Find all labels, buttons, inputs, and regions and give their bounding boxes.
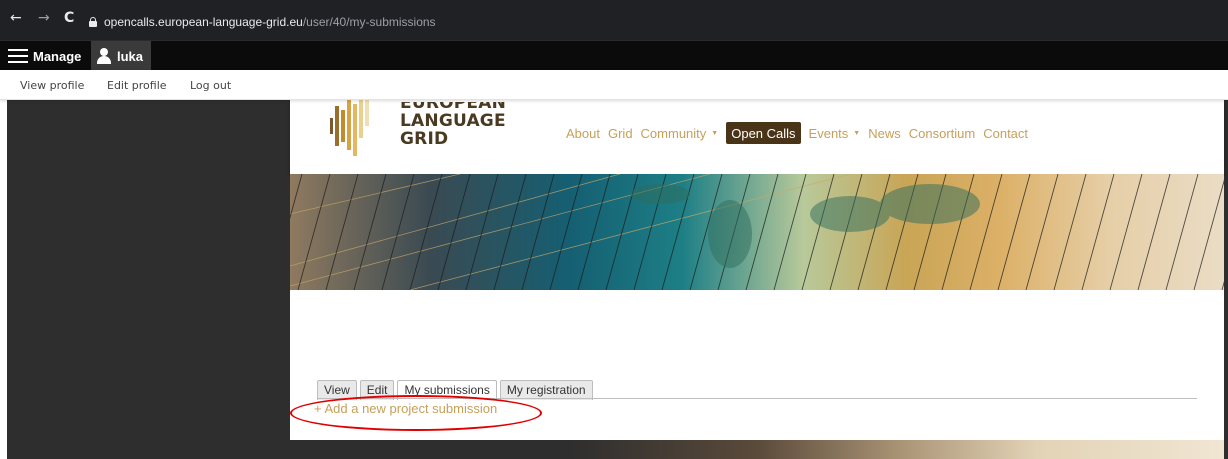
nav-label: Events (808, 125, 849, 141)
banner-grid-lines (290, 174, 1224, 290)
nav-item-community[interactable]: Community ▼ (641, 122, 719, 144)
site-logo-text[interactable]: EUROPEAN LANGUAGE GRID (400, 102, 506, 148)
hamburger-icon (8, 49, 28, 63)
user-icon (97, 48, 111, 64)
forward-icon[interactable]: → (38, 10, 50, 26)
caret-down-icon: ▼ (711, 129, 719, 137)
page-edge (0, 100, 7, 459)
footer-banner-strip (290, 440, 1224, 459)
user-label: luka (117, 48, 144, 64)
url-host: opencalls.european-language-grid.eu (104, 15, 303, 29)
nav-item-grid[interactable]: Grid (608, 122, 633, 144)
nav-label: News (868, 125, 901, 141)
nav-item-open-calls[interactable]: Open Calls (726, 122, 801, 144)
nav-label: Consortium (908, 125, 976, 141)
address-bar[interactable]: opencalls.european-language-grid.eu/user… (89, 13, 436, 31)
nav-item-news[interactable]: News (868, 122, 901, 144)
view-profile-link[interactable]: View profile (20, 79, 84, 92)
user-tray: View profile Edit profile Log out (0, 70, 1228, 100)
main-navigation: About Grid Community ▼ Open Calls Events ▼… (566, 122, 1036, 144)
hero-banner (290, 174, 1224, 290)
url-path: /user/40/my-submissions (302, 15, 436, 29)
red-annotation-ellipse (290, 395, 542, 431)
nav-label: About (566, 125, 600, 141)
nav-item-contact[interactable]: Contact (983, 122, 1028, 144)
edit-profile-link[interactable]: Edit profile (107, 79, 167, 92)
admin-toolbar: Manage luka (0, 40, 1228, 71)
nav-label: Open Calls (731, 125, 796, 141)
back-icon[interactable]: ← (10, 10, 22, 26)
log-out-link[interactable]: Log out (190, 79, 231, 92)
tab-my-registration[interactable]: My registration (499, 380, 593, 400)
logo-line-2: LANGUAGE (400, 111, 506, 131)
reload-icon[interactable]: C (64, 10, 74, 26)
nav-item-consortium[interactable]: Consortium (909, 122, 975, 144)
screen: ← → C opencalls.european-language-grid.e… (0, 0, 1228, 459)
caret-down-icon: ▼ (853, 129, 861, 137)
site-header: EUROPEAN LANGUAGE GRID About Grid Commun… (290, 100, 1224, 174)
logo-line-3: GRID (400, 129, 449, 149)
manage-label: Manage (33, 48, 82, 64)
nav-label: Grid (607, 125, 633, 141)
nav-label: Community (640, 125, 707, 141)
lock-icon (89, 17, 97, 27)
manage-button[interactable]: Manage (8, 41, 81, 71)
user-button[interactable]: luka (91, 41, 151, 71)
nav-label: Contact (983, 125, 1029, 141)
logo-icon[interactable] (330, 100, 380, 156)
nav-item-about[interactable]: About (566, 122, 600, 144)
nav-item-events[interactable]: Events ▼ (809, 122, 861, 144)
content-card: View Edit My submissions My registration… (290, 290, 1224, 440)
browser-toolbar: ← → C opencalls.european-language-grid.e… (0, 0, 1228, 40)
